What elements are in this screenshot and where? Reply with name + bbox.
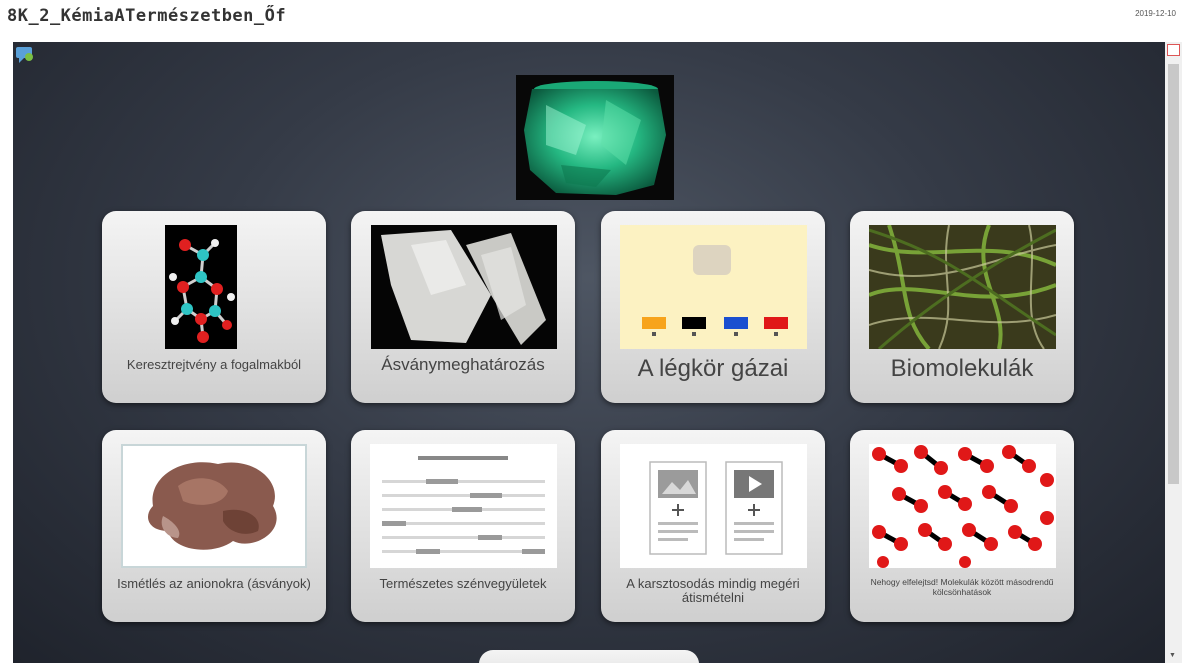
mineral-image (121, 444, 307, 568)
tile-crossword[interactable]: Keresztrejtvény a fogalmakból (102, 211, 326, 403)
tile-atmosphere-gases[interactable]: A légkör gázai (601, 211, 825, 403)
learning-app-stage: Keresztrejtvény a fogalmakból Ásványmegh… (13, 42, 1165, 663)
crystal-image (371, 225, 557, 349)
tile-intermolecular-forces[interactable]: Nehogy elfelejtsd! Molekulák között máso… (850, 430, 1074, 622)
scroll-down-arrow-icon[interactable]: ▼ (1169, 652, 1176, 659)
tile-karst-review[interactable]: A karsztosodás mindig megéri átismételni (601, 430, 825, 622)
tile-anion-review[interactable]: Ismétlés az anionokra (ásványok) (102, 430, 326, 622)
fibers-image (869, 225, 1056, 349)
header-bar: 8K_2_KémiaATermészetben_Őf 2019-12-10 (0, 0, 1182, 40)
tile-label: A légkör gázai (637, 355, 789, 382)
fullscreen-icon[interactable] (1167, 44, 1180, 56)
page-title: 8K_2_KémiaATermészetben_Őf (7, 6, 287, 26)
tile-partial-next-row[interactable] (479, 650, 699, 663)
tile-label: Ismétlés az anionokra (ásványok) (117, 576, 311, 591)
vertical-scrollbar[interactable]: ▼ (1165, 42, 1182, 663)
tile-label: Keresztrejtvény a fogalmakból (126, 357, 302, 372)
tile-label: Természetes szénvegyületek (379, 576, 547, 591)
scrollbar-thumb[interactable] (1168, 64, 1179, 484)
tile-natural-carbon-compounds[interactable]: Természetes szénvegyületek (351, 430, 575, 622)
red-balls-image (869, 444, 1056, 568)
tile-biomolecules[interactable]: Biomolekulák (850, 211, 1074, 403)
comment-icon[interactable] (15, 46, 35, 64)
tile-mineral-identification[interactable]: Ásványmeghatározás (351, 211, 575, 403)
emerald-image (516, 75, 674, 200)
tile-label: Biomolekulák (890, 355, 1034, 382)
tile-label: Ásványmeghatározás (381, 355, 545, 374)
tile-label: A karsztosodás mindig megéri átismételni (626, 576, 800, 605)
date-label: 2019-12-10 (1135, 9, 1176, 18)
molecule-image (165, 225, 237, 349)
gas-cards-image (620, 225, 807, 349)
text-lines-image (370, 444, 557, 568)
media-cards-image (620, 444, 807, 568)
tile-label: Nehogy elfelejtsd! Molekulák között máso… (870, 577, 1054, 597)
